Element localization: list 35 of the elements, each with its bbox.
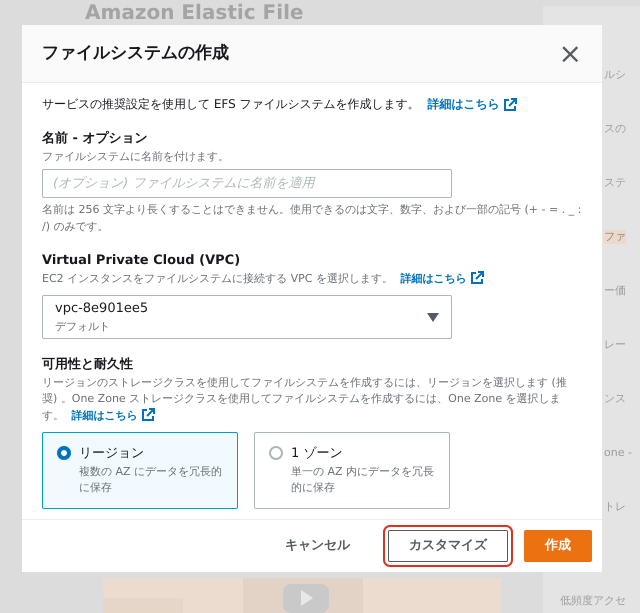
option-card[interactable]: 1 ゾーン 単一の AZ 内にデータを冗長的に保存 [254, 432, 450, 509]
field-description: ファイルシステムに名前を付けます。 [42, 148, 230, 164]
background-text: ファ [604, 230, 626, 244]
vpc-select[interactable]: vpc-8e901ee5 デフォルト [42, 295, 452, 339]
option-title: リージョン [79, 445, 145, 463]
radio-button[interactable] [269, 446, 283, 460]
background-text: スの [604, 122, 626, 136]
background-text: ンス [604, 392, 626, 406]
name-input-field[interactable]: (オプション) ファイルシステムに名前を適用 [42, 169, 452, 198]
background-heading: Amazon Elastic File [85, 0, 304, 24]
background-text: ステ [604, 176, 626, 190]
field-description: リージョンのストレージクラスを使用してファイルシステムを作成するには、リージョンを選択します (推奨) 。One Zone ストレージクラスを使用してファイルシステムを作成するには、One Zone を選択します。 詳細はこちら [42, 374, 568, 424]
background-text: トレ [604, 500, 626, 514]
close-button[interactable]: × [558, 40, 582, 68]
cancel-button[interactable]: キャンセル [265, 530, 370, 562]
field-label: 名前 - オプション [42, 130, 148, 148]
select-sublabel: デフォルト [55, 318, 111, 334]
constraint-text: 名前は 256 文字より長くすることはできません。使用できるのは文字、数字、および一部の記号 (+ - = . _ : /) のみです。 [42, 202, 582, 234]
dialog-title: ファイルシステムの作成 [42, 42, 229, 65]
background-text: レー [604, 338, 626, 352]
option-title: 1 ゾーン [291, 445, 344, 463]
radio-button[interactable] [57, 446, 71, 460]
option-card[interactable]: リージョン 複数の AZ にデータを冗長的に保存 [42, 432, 238, 509]
select-value: vpc-8e901ee5 [55, 300, 148, 318]
option-description: 単一の AZ 内にデータを冗長的に保存 [291, 464, 435, 496]
background-text: ー価 [604, 284, 626, 298]
background-text: one - [604, 446, 632, 460]
field-label: 可用性と耐久性 [42, 356, 134, 374]
option-description: 複数の AZ にデータを冗長的に保存 [79, 464, 223, 496]
intro-text: サービスの推奨設定を使用して EFS ファイルシステムを作成します。 詳細はこちら [42, 95, 582, 113]
background-text: 低頻度アクセ [560, 594, 626, 608]
field-description: EC2 インスタンスをファイルシステムに接続する VPC を選択します。 詳細はこちら [42, 270, 582, 287]
dropdown-caret-icon [427, 312, 439, 322]
field-label: Virtual Private Cloud (VPC) [42, 252, 242, 270]
background-text: ルシ [604, 68, 626, 82]
